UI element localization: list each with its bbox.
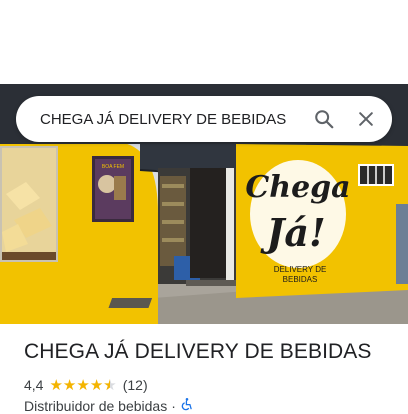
place-title[interactable]: CHEGA JÁ DELIVERY DE BEBIDAS xyxy=(24,340,394,364)
separator: · xyxy=(171,397,176,414)
rating-value: 4,4 xyxy=(24,377,44,393)
place-category[interactable]: Distribuidor de bebidas xyxy=(24,398,167,414)
search-query[interactable]: CHEGA JÁ DELIVERY DE BEBIDAS xyxy=(40,111,296,128)
star-icon: ★ xyxy=(89,376,104,394)
rating-stars: ★ ★ ★ ★ ★ xyxy=(49,378,116,393)
star-icon: ★ xyxy=(49,376,63,394)
sign-chega: Chega xyxy=(245,170,350,205)
poster-text: BOA FEM xyxy=(102,164,124,170)
category-row: Distribuidor de bebidas · xyxy=(24,397,394,414)
star-icon: ★ xyxy=(62,376,77,394)
search-icon[interactable] xyxy=(310,105,338,133)
place-info-panel: CHEGA JÁ DELIVERY DE BEBIDAS 4,4 ★ ★ ★ ★… xyxy=(24,340,394,414)
wheelchair-icon xyxy=(180,397,194,414)
sign-bebidas: BEBIDAS xyxy=(283,275,318,284)
sign-ja: Já! xyxy=(260,210,325,255)
review-count[interactable]: (12) xyxy=(123,377,148,393)
search-bar[interactable]: CHEGA JÁ DELIVERY DE BEBIDAS xyxy=(16,96,392,142)
close-icon[interactable] xyxy=(352,105,380,133)
top-blank-area xyxy=(0,0,408,84)
star-icon: ★ xyxy=(76,376,90,394)
sign-delivery: DELIVERY DE xyxy=(274,265,327,274)
rating-row[interactable]: 4,4 ★ ★ ★ ★ ★ (12) xyxy=(24,377,394,393)
half-star-icon: ★ xyxy=(103,378,116,393)
